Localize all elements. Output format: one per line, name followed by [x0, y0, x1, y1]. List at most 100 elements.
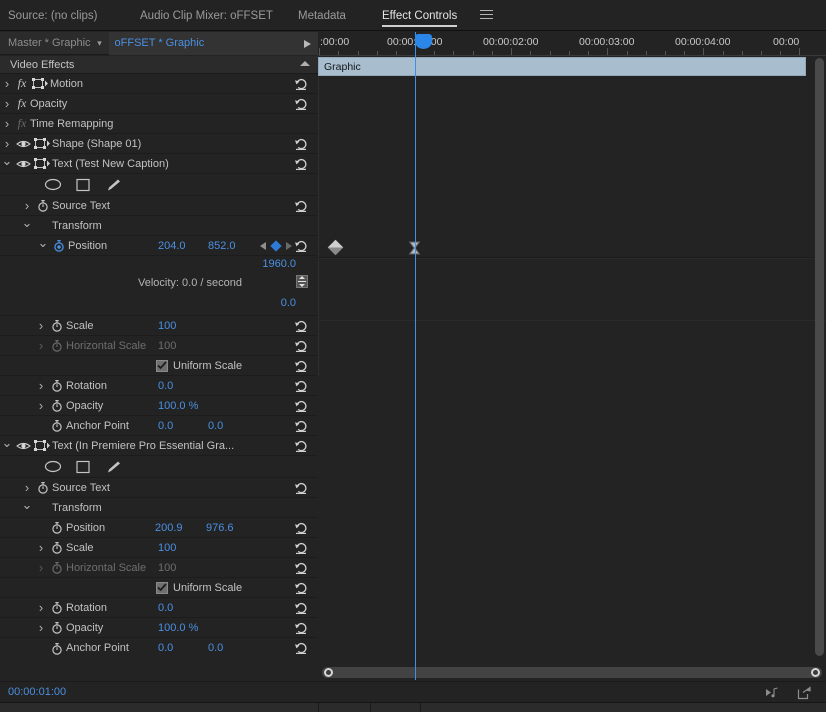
- property-row-position-1[interactable]: Position 204.0 852.0: [0, 236, 318, 256]
- zoom-handle-right[interactable]: [811, 668, 820, 677]
- property-row-anchor-point-2[interactable]: Anchor Point 0.0 0.0: [0, 638, 318, 658]
- current-timecode[interactable]: 00:00:01:00: [8, 686, 66, 698]
- reset-effect-icon[interactable]: [294, 137, 308, 151]
- effect-row-text-essential-graphics[interactable]: Text (In Premiere Pro Essential Gra...: [0, 436, 318, 456]
- tab-source[interactable]: Source: (no clips): [8, 0, 97, 31]
- pen-tool-icon[interactable]: [98, 178, 128, 192]
- disclosure-triangle-icon[interactable]: [34, 378, 48, 393]
- video-effects-section-header[interactable]: Video Effects: [0, 56, 318, 74]
- eye-icon[interactable]: [14, 139, 32, 149]
- reset-property-icon[interactable]: [294, 319, 308, 333]
- tab-metadata[interactable]: Metadata: [298, 0, 346, 31]
- reset-property-icon[interactable]: [294, 581, 308, 595]
- playhead-line[interactable]: [415, 32, 416, 680]
- zoom-handle-left[interactable]: [324, 668, 333, 677]
- disclosure-triangle-icon[interactable]: [34, 398, 48, 413]
- property-row-source-text-1[interactable]: Source Text: [0, 196, 318, 216]
- reset-property-icon[interactable]: [294, 521, 308, 535]
- property-row-rotation-2[interactable]: Rotation 0.0: [0, 598, 318, 618]
- stopwatch-icon[interactable]: [34, 481, 52, 494]
- disclosure-triangle-icon[interactable]: [0, 438, 14, 454]
- scale-value[interactable]: 100: [158, 542, 176, 554]
- reset-property-icon[interactable]: [294, 399, 308, 413]
- zoom-track[interactable]: [322, 667, 822, 678]
- disclosure-triangle-icon[interactable]: [34, 540, 48, 555]
- property-row-rotation-1[interactable]: Rotation 0.0: [0, 376, 318, 396]
- disclosure-triangle-icon[interactable]: [20, 480, 34, 495]
- play-audio-icon[interactable]: [765, 686, 780, 702]
- anchor-x-value[interactable]: 0.0: [158, 642, 173, 654]
- rotation-value[interactable]: 0.0: [158, 602, 173, 614]
- group-row-transform-1[interactable]: Transform: [0, 216, 318, 236]
- reset-property-icon[interactable]: [294, 199, 308, 213]
- position-x-value[interactable]: 200.9: [155, 522, 183, 534]
- stopwatch-icon[interactable]: [48, 621, 66, 634]
- timeline-zoom-bar[interactable]: [318, 664, 826, 680]
- stopwatch-icon[interactable]: [48, 399, 66, 412]
- disclosure-triangle-icon[interactable]: [34, 318, 48, 333]
- chevron-down-icon[interactable]: ▾: [91, 38, 109, 49]
- eye-icon[interactable]: [14, 441, 32, 451]
- effect-row-opacity[interactable]: fx Opacity: [0, 94, 318, 114]
- keyframe-diamond-icon[interactable]: [327, 239, 344, 256]
- rectangle-tool-icon[interactable]: [68, 460, 98, 474]
- uniform-scale-checkbox[interactable]: [156, 359, 168, 372]
- hamburger-menu-icon[interactable]: [480, 10, 493, 21]
- reset-effect-icon[interactable]: [294, 97, 308, 111]
- play-triangle-icon[interactable]: [296, 32, 318, 55]
- stopwatch-icon[interactable]: [48, 379, 66, 392]
- disclosure-triangle-icon[interactable]: [20, 218, 34, 234]
- stopwatch-icon[interactable]: [48, 319, 66, 332]
- anchor-y-value[interactable]: 0.0: [208, 642, 223, 654]
- disclosure-triangle-icon[interactable]: [0, 96, 14, 111]
- timecode-ruler[interactable]: :00:00 00:00:01:00 00:00:02:00 00:00:03:…: [318, 32, 826, 56]
- stopwatch-icon[interactable]: [48, 601, 66, 614]
- property-row-scale-2[interactable]: Scale 100: [0, 538, 318, 558]
- disclosure-triangle-icon[interactable]: [0, 156, 14, 172]
- keyframe-timeline[interactable]: :00:00 00:00:01:00 00:00:02:00 00:00:03:…: [318, 32, 826, 680]
- add-keyframe-icon[interactable]: [270, 239, 282, 252]
- uniform-scale-checkbox[interactable]: [156, 581, 168, 594]
- ellipse-tool-icon[interactable]: [38, 178, 68, 191]
- rotation-value[interactable]: 0.0: [158, 380, 173, 392]
- eye-icon[interactable]: [14, 159, 32, 169]
- reset-property-icon[interactable]: [294, 379, 308, 393]
- reset-property-icon[interactable]: [294, 641, 308, 655]
- scale-value[interactable]: 100: [158, 320, 176, 332]
- group-row-transform-2[interactable]: Transform: [0, 498, 318, 518]
- effect-row-motion[interactable]: fx Motion: [0, 74, 318, 94]
- reset-effect-icon[interactable]: [294, 77, 308, 91]
- reset-property-icon[interactable]: [294, 481, 308, 495]
- collapse-triangle-icon[interactable]: [300, 61, 310, 66]
- position-x-value[interactable]: 204.0: [158, 240, 186, 252]
- previous-keyframe-icon[interactable]: [260, 241, 266, 250]
- velocity-expand-icon[interactable]: [296, 275, 308, 288]
- playhead-marker-icon[interactable]: [415, 34, 432, 49]
- reset-effect-icon[interactable]: [294, 439, 308, 453]
- disclosure-triangle-icon[interactable]: [34, 620, 48, 635]
- property-row-uniform-scale-1[interactable]: Uniform Scale: [0, 356, 318, 376]
- stopwatch-icon[interactable]: [48, 419, 66, 432]
- disclosure-triangle-icon[interactable]: [36, 238, 50, 254]
- reset-property-icon[interactable]: [294, 419, 308, 433]
- reset-property-icon[interactable]: [294, 239, 308, 253]
- anchor-y-value[interactable]: 0.0: [208, 420, 223, 432]
- effect-row-text-caption[interactable]: Text (Test New Caption): [0, 154, 318, 174]
- stopwatch-active-icon[interactable]: [50, 239, 68, 252]
- rectangle-tool-icon[interactable]: [68, 178, 98, 192]
- disclosure-triangle-icon[interactable]: [34, 600, 48, 615]
- anchor-x-value[interactable]: 0.0: [158, 420, 173, 432]
- tab-effect-controls[interactable]: Effect Controls: [382, 0, 473, 31]
- reset-property-icon[interactable]: [294, 621, 308, 635]
- property-row-anchor-point-1[interactable]: Anchor Point 0.0 0.0: [0, 416, 318, 436]
- keyframe-lane-position[interactable]: [318, 238, 826, 258]
- property-row-opacity-2[interactable]: Opacity 100.0 %: [0, 618, 318, 638]
- reset-property-icon[interactable]: [294, 601, 308, 615]
- ellipse-tool-icon[interactable]: [38, 460, 68, 473]
- export-frame-icon[interactable]: [797, 686, 812, 703]
- reset-effect-icon[interactable]: [294, 157, 308, 171]
- position-y-value[interactable]: 852.0: [208, 240, 236, 252]
- pen-tool-icon[interactable]: [98, 460, 128, 474]
- reset-property-icon[interactable]: [294, 541, 308, 555]
- property-row-opacity-1[interactable]: Opacity 100.0 %: [0, 396, 318, 416]
